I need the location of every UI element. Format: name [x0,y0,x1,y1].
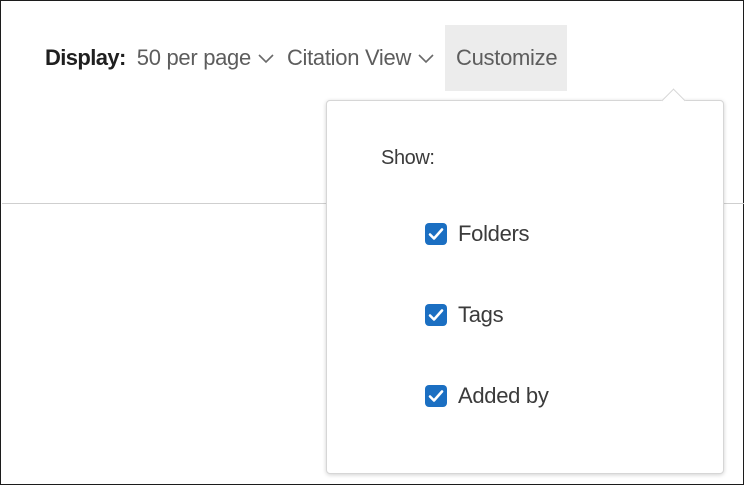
tags-checkbox[interactable] [425,304,447,326]
chevron-down-icon [418,54,434,64]
tags-label: Tags [458,302,504,327]
panel-caret [661,88,686,113]
option-folders[interactable]: Folders [425,221,530,247]
option-tags[interactable]: Tags [425,302,504,328]
per-page-dropdown[interactable]: 50 per page [137,45,287,71]
customize-button[interactable]: Customize [445,25,568,91]
page-frame: Display: 50 per page Citation View Custo… [0,0,744,485]
checkmark-icon [428,228,444,240]
option-added-by[interactable]: Added by [425,383,549,409]
added-by-checkbox[interactable] [425,385,447,407]
view-dropdown[interactable]: Citation View [287,45,447,71]
added-by-label: Added by [458,383,549,408]
per-page-value: 50 per page [136,45,251,70]
customize-panel: Show: Folders Tags Added by [326,88,724,474]
view-value: Citation View [286,45,412,70]
show-label: Show: [381,147,435,169]
checkmark-icon [428,390,444,402]
chevron-down-icon [258,54,274,64]
checkmark-icon [428,309,444,321]
display-toolbar: Display: 50 per page Citation View Custo… [45,25,568,91]
folders-checkbox[interactable] [425,223,447,245]
folders-label: Folders [458,221,530,246]
display-label: Display: [45,45,126,70]
